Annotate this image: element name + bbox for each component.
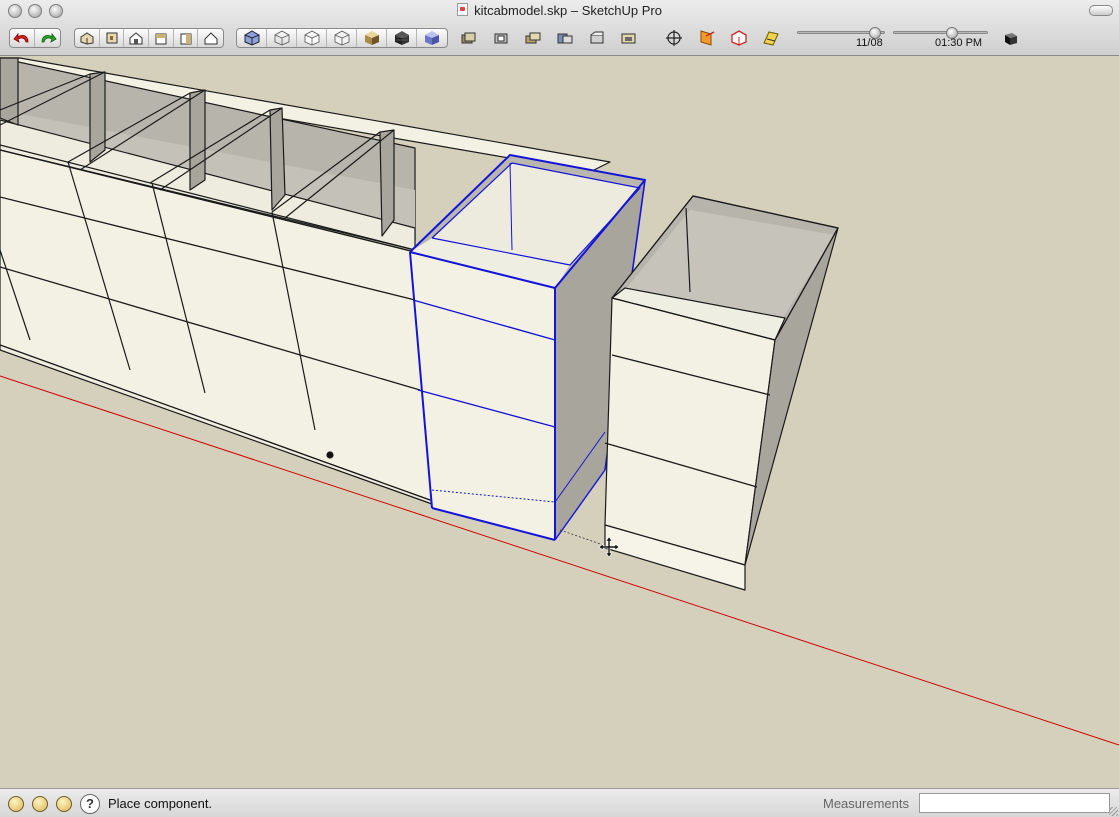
layer-6-icon	[621, 33, 636, 44]
measurements-label: Measurements	[823, 796, 909, 811]
model-viewport[interactable]	[0, 56, 1119, 788]
shadow-toggle-icon	[1005, 33, 1017, 45]
hidden-line-icon	[304, 30, 319, 46]
layer-3-icon	[525, 32, 541, 44]
views-toolbar	[74, 28, 224, 48]
axes-icon	[666, 30, 682, 46]
model-scene	[0, 57, 1119, 746]
section-cuts-tool[interactable]	[760, 29, 782, 47]
xray-icon	[244, 30, 259, 46]
top-view-button[interactable]	[100, 29, 125, 47]
undo-redo-group	[9, 28, 61, 48]
back-view-button[interactable]	[174, 29, 199, 47]
layer-tool-3[interactable]	[522, 29, 544, 47]
layer-tool-5[interactable]	[586, 29, 608, 47]
monochrome-icon	[394, 31, 409, 45]
undo-button[interactable]	[10, 29, 36, 47]
front-view-icon	[129, 32, 143, 45]
iso-view-button[interactable]	[75, 29, 100, 47]
shadow-toggle-button[interactable]	[999, 29, 1021, 47]
shaded-textures-icon	[364, 31, 379, 45]
credits-icon[interactable]	[32, 796, 48, 812]
iso-view-icon	[80, 32, 94, 45]
right-view-button[interactable]	[149, 29, 174, 47]
top-view-icon	[106, 32, 117, 44]
xray-button[interactable]	[237, 29, 267, 47]
layer-tool-1[interactable]	[458, 29, 480, 47]
layer-tool-4[interactable]	[554, 29, 576, 47]
hidden-line-button[interactable]	[297, 29, 327, 47]
layer-4-icon	[557, 33, 573, 44]
monochrome-button[interactable]	[387, 29, 417, 47]
wireframe-button[interactable]	[267, 29, 297, 47]
layer-tool-6[interactable]	[618, 29, 640, 47]
styles-toolbar	[236, 28, 448, 48]
redo-button[interactable]	[35, 29, 60, 47]
inference-line	[559, 529, 613, 549]
shadow-time-label: 01:30 PM	[935, 37, 983, 49]
geo-location-icon[interactable]	[8, 796, 24, 812]
section-plane-icon	[700, 30, 715, 46]
layer-1-icon	[461, 32, 476, 44]
layer-2-icon	[494, 33, 508, 44]
section-cuts-icon	[763, 31, 779, 46]
status-bar: ? Place component. Measurements	[0, 788, 1119, 817]
shaded-button[interactable]	[327, 29, 357, 47]
display-section-icon	[731, 30, 747, 46]
axes-tool[interactable]	[663, 29, 685, 47]
status-text: Place component.	[108, 796, 213, 811]
toolbar-toggle-button[interactable]	[1089, 5, 1113, 16]
display-section-tool[interactable]	[728, 29, 750, 47]
window-title-text: kitcabmodel.skp – SketchUp Pro	[474, 3, 662, 18]
measurements-input[interactable]	[919, 793, 1110, 813]
window-title: kitcabmodel.skp – SketchUp Pro	[0, 3, 1119, 18]
shaded-textures-button[interactable]	[357, 29, 387, 47]
layer-tool-2[interactable]	[490, 29, 512, 47]
window-titlebar: kitcabmodel.skp – SketchUp Pro 11/08 01:…	[0, 0, 1119, 56]
wireframe-icon	[274, 30, 289, 46]
left-view-button[interactable]	[198, 29, 223, 47]
front-view-button[interactable]	[124, 29, 150, 47]
back-view-icon	[180, 33, 192, 45]
google-icon[interactable]	[56, 796, 72, 812]
document-icon	[457, 3, 469, 16]
placed-cabinet[interactable]	[604, 195, 839, 591]
resize-grip[interactable]	[1109, 807, 1118, 816]
shadow-date-label: 11/08	[856, 37, 883, 49]
redo-icon	[41, 32, 57, 43]
help-button[interactable]: ?	[80, 794, 100, 814]
style-blue-button[interactable]	[417, 29, 447, 47]
undo-icon	[13, 32, 29, 43]
shaded-icon	[334, 30, 349, 46]
right-view-icon	[155, 33, 167, 45]
layer-5-icon	[590, 31, 604, 44]
style-blue-icon	[425, 31, 439, 45]
shadow-time-slider[interactable]	[893, 31, 988, 34]
section-plane-tool[interactable]	[696, 29, 718, 47]
left-view-icon	[204, 32, 218, 45]
